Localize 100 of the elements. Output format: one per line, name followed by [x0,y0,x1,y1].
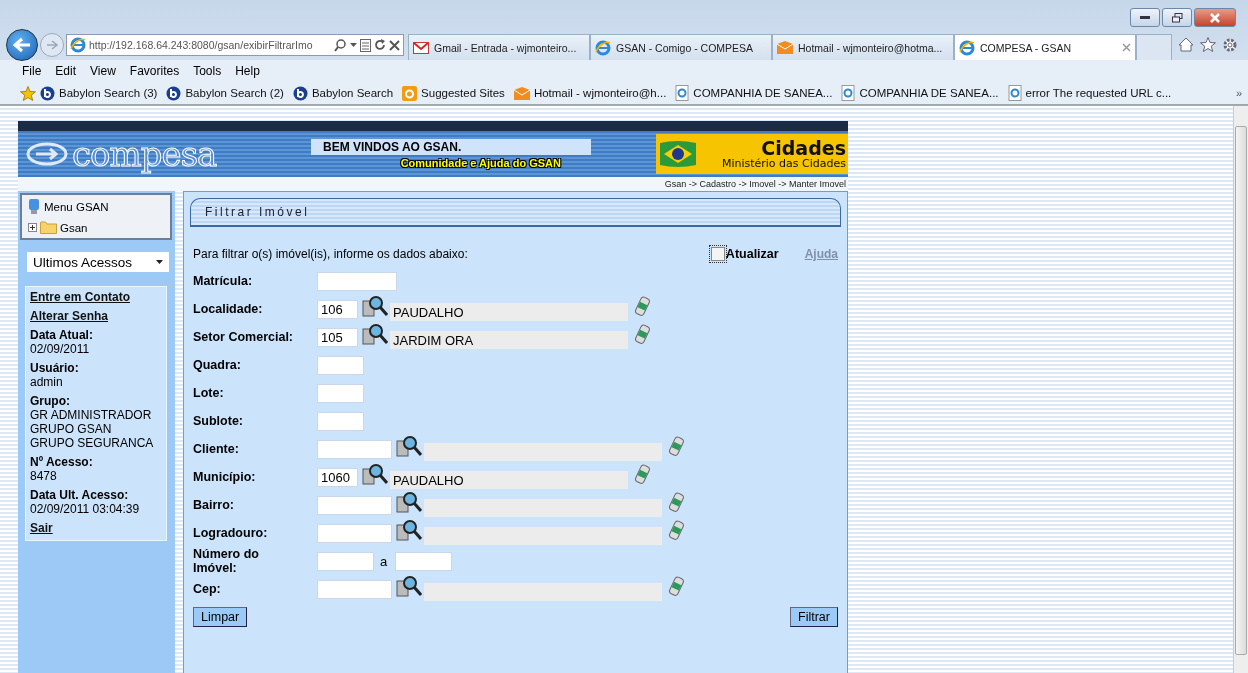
search-icon[interactable] [362,463,388,485]
compatibility-icon[interactable] [360,38,371,52]
code-field[interactable] [317,439,392,459]
update-label: Atualizar [725,247,779,261]
description-field: PAUDALHO [390,303,628,321]
compesa-logo-icon [26,142,68,166]
code-field[interactable] [317,579,392,599]
field-label: Logradouro: [193,526,269,540]
field-label: Cliente: [193,442,240,456]
search-icon[interactable] [396,435,422,457]
settings-icon[interactable] [1222,37,1238,53]
b-logo-icon [166,85,182,101]
favorite-link[interactable]: Babylon Search (2) [166,85,284,101]
forward-arrow-icon [46,40,58,50]
favorite-link[interactable]: Babylon Search (3) [40,85,158,101]
search-icon[interactable] [334,38,347,52]
search-icon[interactable] [396,491,422,513]
favorite-link[interactable]: COMPANHIA DE SANEA... [675,85,833,101]
menu-item[interactable]: Favorites [129,64,180,78]
description-field: JARDIM ORA [390,331,628,349]
browser-tab[interactable]: COMPESA - GSAN [954,34,1136,60]
back-arrow-icon [13,37,31,53]
eraser-icon[interactable] [668,436,684,456]
more-chevron[interactable]: » [1235,87,1242,99]
update-checkbox[interactable] [710,247,725,261]
info-value: 02/09/2011 [30,342,91,356]
text-field[interactable] [317,383,364,403]
browser-tab[interactable]: GSAN - Comigo - COMPESA [590,34,772,60]
home-icon[interactable] [1178,37,1194,52]
b-logo-icon [292,85,308,101]
field-label: Número do Imóvel: [193,547,260,575]
favorite-link[interactable]: Babylon Search [292,85,394,101]
field-label: Setor Comercial: [193,330,295,344]
dropdown-caret-icon[interactable] [350,43,357,47]
text-field[interactable] [317,271,397,291]
expand-icon[interactable] [28,223,37,232]
logout-link[interactable]: Sair [30,521,162,535]
info-value: GRUPO GSAN [30,422,113,436]
menu-item[interactable]: View [90,64,116,78]
dropdown-caret-icon[interactable] [156,260,163,264]
menu-title: Menu GSAN [44,201,109,213]
eraser-icon[interactable] [634,296,650,316]
browser-tab[interactable]: Hotmail - wjmonteiro@hotma... [772,34,954,60]
close-button[interactable] [1194,8,1236,27]
back-button[interactable] [6,29,38,61]
favorite-link[interactable]: Suggested Sites [402,85,505,101]
suggested-sites-icon [402,85,418,101]
field-label: Município: [193,470,257,484]
menu-item[interactable]: Help [235,64,260,78]
info-label: Data Ult. Acesso: [30,488,130,502]
text-field[interactable] [317,355,364,375]
address-bar[interactable]: http://192.168.64.243:8080/gsan/exibirFiltrarImo [66,34,404,56]
clear-button[interactable]: Limpar [193,607,248,627]
search-icon[interactable] [396,519,422,541]
refresh-icon[interactable] [374,39,386,51]
search-icon[interactable] [362,323,388,345]
range-start-field[interactable] [317,551,374,571]
field-label: Matrícula: [193,274,254,288]
code-field[interactable] [317,495,392,515]
browser-e-icon [595,39,611,56]
eraser-icon[interactable] [634,324,650,344]
eraser-icon[interactable] [634,464,650,484]
info-label: Data Atual: [30,328,94,342]
info-label: Nº Acesso: [30,455,94,469]
sidebar-link[interactable]: Entre em Contato [30,290,162,304]
info-value: 8478 [30,469,58,483]
field-label: Localidade: [193,302,264,316]
menu-item[interactable]: Edit [55,64,77,78]
favorites-star-icon[interactable] [20,85,36,101]
text-field[interactable] [317,411,364,431]
code-field[interactable] [317,523,392,543]
browser-tab[interactable]: Gmail - Entrada - wjmonteiro... [408,34,590,60]
cidades-subtitle: Ministério das Cidades [721,158,846,169]
favorite-link[interactable]: error The requested URL c... [1007,85,1172,101]
filter-button[interactable]: Filtrar [790,607,838,627]
stop-icon[interactable] [389,39,400,51]
eraser-icon[interactable] [668,576,684,596]
code-field[interactable]: 1060 [317,467,358,487]
info-value: GRUPO SEGURANCA [30,436,155,450]
folder-icon [40,221,57,234]
favorite-link[interactable]: COMPANHIA DE SANEA... [841,85,999,101]
menu-item[interactable]: Tools [193,64,222,78]
eraser-icon[interactable] [668,520,684,540]
computer-icon [28,199,40,215]
recent-access-dropdown[interactable]: Ultimos Acessos [27,252,169,272]
eraser-icon[interactable] [668,492,684,512]
search-icon[interactable] [396,575,422,597]
tree-item[interactable]: Gsan [60,221,88,234]
menu-item[interactable]: File [22,64,42,78]
sidebar-link[interactable]: Alterar Senha [30,309,162,323]
code-field[interactable]: 106 [317,299,358,319]
range-end-field[interactable] [395,551,453,571]
search-icon[interactable] [362,295,388,317]
star-icon[interactable] [1200,37,1216,52]
favorite-link[interactable]: Hotmail - wjmonteiro@h... [513,86,667,100]
minimize-button[interactable] [1130,8,1160,27]
restore-button[interactable] [1162,8,1192,27]
envelope-icon [513,86,530,100]
code-field[interactable]: 105 [317,327,358,347]
close-tab-icon[interactable] [1122,43,1131,52]
